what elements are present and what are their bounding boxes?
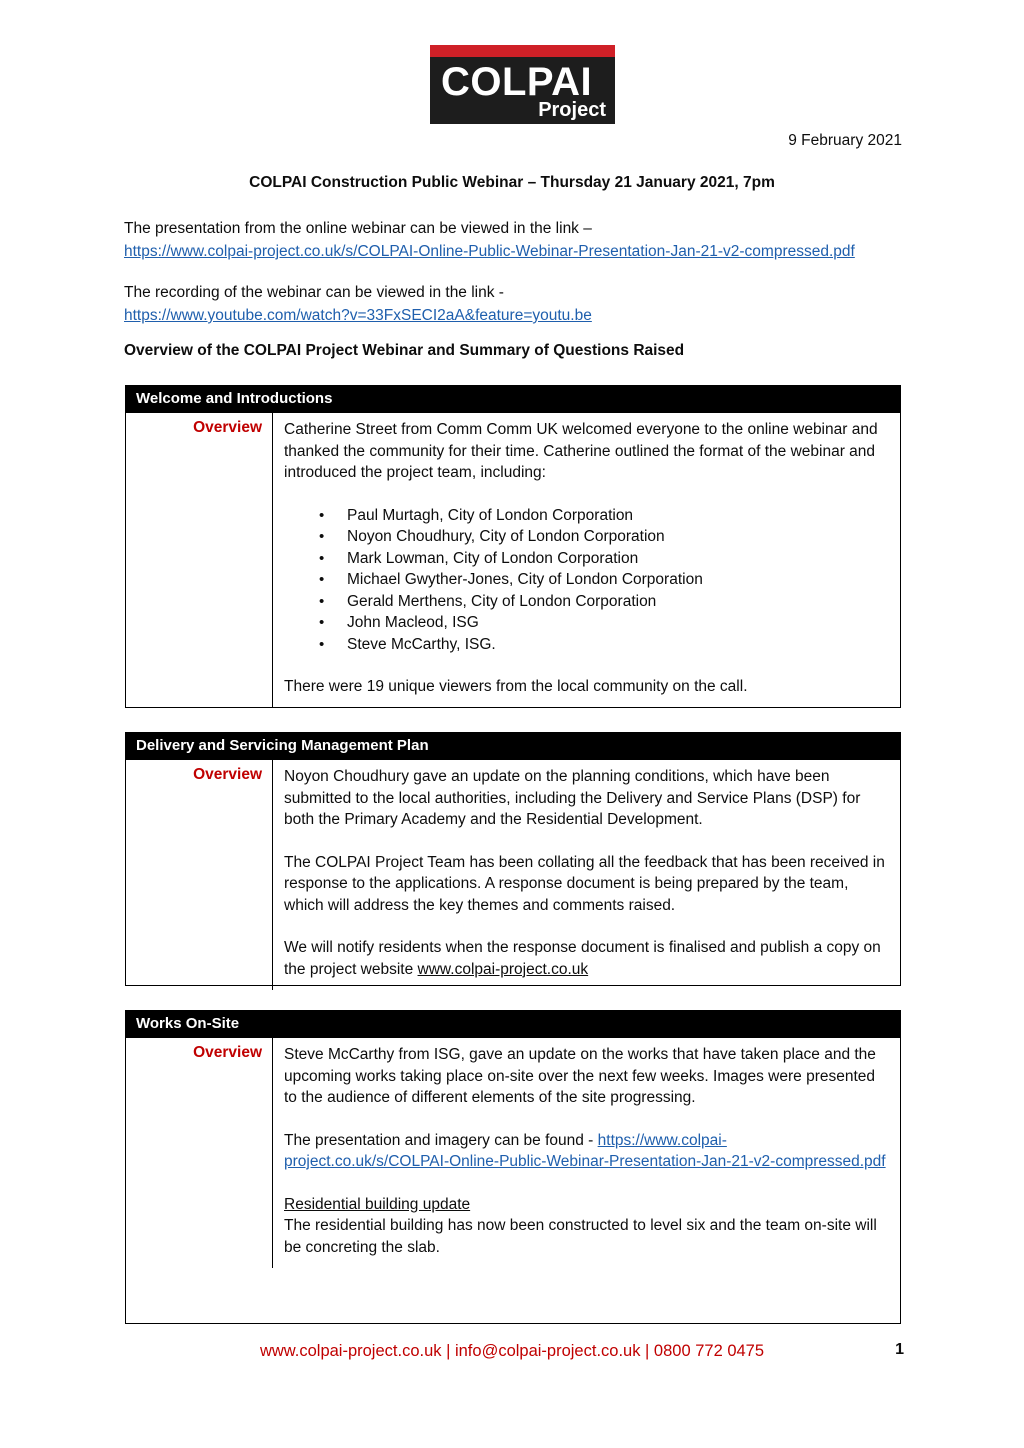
list-item: Mark Lowman, City of London Corporation	[319, 548, 890, 570]
row-label-overview: Overview	[126, 1038, 273, 1268]
recording-lead-text: The recording of the webinar can be view…	[124, 284, 504, 301]
logo-subtitle: Project	[538, 99, 606, 121]
section-body-delivery: Overview Noyon Choudhury gave an update …	[126, 760, 900, 990]
page-title: COLPAI Construction Public Webinar – Thu…	[249, 174, 775, 191]
logo-red-bar	[430, 45, 615, 57]
section-body-welcome: Overview Catherine Street from Comm Comm…	[126, 413, 900, 708]
welcome-paragraph-2: There were 19 unique viewers from the lo…	[284, 678, 748, 695]
works-subheading-block: Residential building update	[284, 1194, 890, 1216]
project-team-list: Paul Murtagh, City of London Corporation…	[284, 505, 890, 656]
works-paragraph-2-lead: The presentation and imagery can be foun…	[284, 1131, 598, 1149]
document-date: 9 February 2021	[788, 132, 902, 149]
list-item: Steve McCarthy, ISG.	[319, 634, 890, 656]
logo-wordmark: COLPAI	[441, 60, 593, 104]
section-table-works: Works On-Site Overview Steve McCarthy fr…	[125, 1010, 901, 1324]
recording-link[interactable]: https://www.youtube.com/watch?v=33FxSECI…	[124, 307, 592, 324]
colpai-logo: COLPAI Project	[430, 45, 615, 124]
row-content-welcome: Catherine Street from Comm Comm UK welco…	[273, 413, 900, 708]
row-content-works: Steve McCarthy from ISG, gave an update …	[273, 1038, 900, 1268]
section-header-works: Works On-Site	[126, 1011, 900, 1038]
overview-section-heading: Overview of the COLPAI Project Webinar a…	[124, 342, 685, 359]
presentation-paragraph: The presentation from the online webinar…	[124, 217, 855, 263]
works-paragraph-3: The residential building has now been co…	[284, 1217, 877, 1256]
footer-contact: www.colpai-project.co.uk | info@colpai-p…	[259, 1342, 765, 1360]
list-item: Paul Murtagh, City of London Corporation	[319, 505, 890, 527]
list-item: Michael Gwyther-Jones, City of London Co…	[319, 569, 890, 591]
section-header-delivery: Delivery and Servicing Management Plan	[126, 733, 900, 760]
row-label-overview: Overview	[126, 760, 273, 990]
section-header-welcome: Welcome and Introductions	[126, 386, 900, 413]
residential-building-subheading: Residential building update	[284, 1195, 471, 1213]
section-table-welcome: Welcome and Introductions Overview Cathe…	[125, 385, 901, 708]
works-paragraph-2: The presentation and imagery can be foun…	[284, 1130, 890, 1173]
delivery-paragraph-2: The COLPAI Project Team has been collati…	[284, 853, 885, 914]
list-item: Gerald Merthens, City of London Corporat…	[319, 591, 890, 613]
section-body-works: Overview Steve McCarthy from ISG, gave a…	[126, 1038, 900, 1268]
presentation-lead-text: The presentation from the online webinar…	[124, 220, 592, 237]
document-page: COLPAI Project 9 February 2021 COLPAI Co…	[0, 0, 1024, 1448]
row-content-delivery: Noyon Choudhury gave an update on the pl…	[273, 760, 900, 990]
list-item: Noyon Choudhury, City of London Corporat…	[319, 526, 890, 548]
delivery-paragraph-3: We will notify residents when the respon…	[284, 937, 890, 980]
list-item: John Macleod, ISG	[319, 612, 890, 634]
project-website-link[interactable]: www.colpai-project.co.uk	[418, 961, 589, 978]
row-label-overview: Overview	[126, 413, 273, 708]
works-paragraph-1: Steve McCarthy from ISG, gave an update …	[284, 1046, 876, 1106]
recording-paragraph: The recording of the webinar can be view…	[124, 281, 592, 327]
delivery-paragraph-1: Noyon Choudhury gave an update on the pl…	[284, 768, 861, 828]
page-number: 1	[895, 1341, 904, 1358]
welcome-paragraph-1: Catherine Street from Comm Comm UK welco…	[284, 421, 878, 481]
section-table-delivery: Delivery and Servicing Management Plan O…	[125, 732, 901, 990]
presentation-link[interactable]: https://www.colpai-project.co.uk/s/COLPA…	[124, 243, 855, 260]
